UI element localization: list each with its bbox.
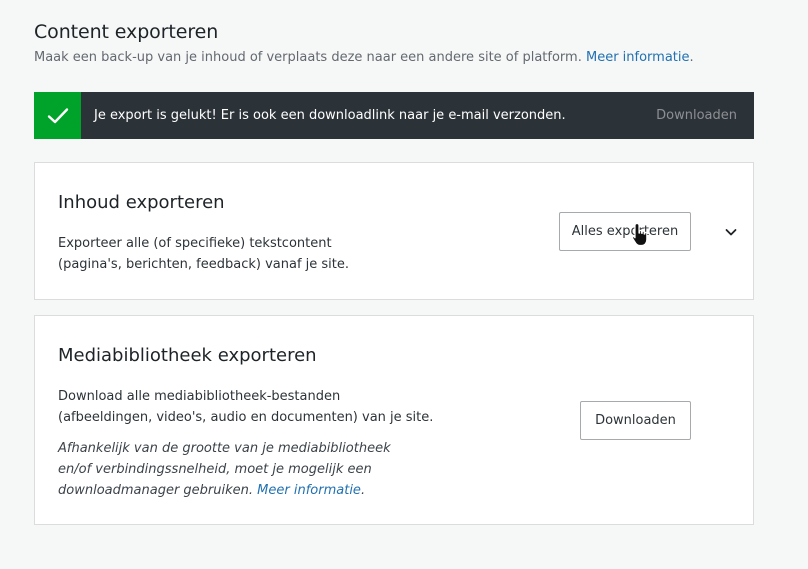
export-content-desc-line1: Exporteer alle (of specifieke) tekstcont…	[58, 236, 332, 251]
page-subtitle-text: Maak een back-up van je inhoud of verpla…	[34, 50, 582, 65]
export-media-title: Mediabibliotheek exporteren	[58, 345, 317, 366]
export-media-note-line2: en/of verbindingssnelheid, moet je mogel…	[58, 462, 372, 477]
export-media-desc-line1: Download alle mediabibliotheek-bestanden	[58, 389, 341, 404]
export-content-desc-line2: (pagina's, berichten, feedback) vanaf je…	[58, 257, 350, 272]
media-more-info-link[interactable]: Meer informatie	[257, 483, 361, 498]
note-period: .	[360, 483, 366, 498]
export-media-note-line3: downloadmanager gebruiken.	[58, 483, 254, 498]
notice-download-link[interactable]: Downloaden	[656, 108, 737, 123]
notice-message: Je export is gelukt! Er is ook een downl…	[94, 108, 566, 123]
export-media-description: Download alle mediabibliotheek-bestanden…	[58, 386, 433, 428]
export-content-card: Inhoud exporteren Exporteer alle (of spe…	[34, 162, 754, 300]
page-subtitle: Maak een back-up van je inhoud of verpla…	[34, 50, 694, 65]
export-media-desc-line2: (afbeeldingen, video's, audio en documen…	[58, 410, 434, 425]
export-media-note-line1: Afhankelijk van de grootte van je mediab…	[58, 441, 391, 456]
export-all-button[interactable]: Alles exporteren	[559, 212, 691, 251]
export-content-page: Content exporteren Maak een back-up van …	[0, 0, 808, 569]
export-content-description: Exporteer alle (of specifieke) tekstcont…	[58, 233, 349, 275]
page-title: Content exporteren	[34, 21, 219, 43]
download-media-button[interactable]: Downloaden	[580, 401, 691, 440]
export-media-note: Afhankelijk van de grootte van je mediab…	[58, 438, 391, 501]
export-media-card: Mediabibliotheek exporteren Download all…	[34, 315, 754, 525]
checkmark-icon	[34, 92, 81, 139]
success-notice: Je export is gelukt! Er is ook een downl…	[34, 92, 754, 139]
chevron-down-icon[interactable]	[723, 224, 739, 240]
more-info-link[interactable]: Meer informatie	[586, 50, 690, 65]
export-content-title: Inhoud exporteren	[58, 192, 225, 213]
